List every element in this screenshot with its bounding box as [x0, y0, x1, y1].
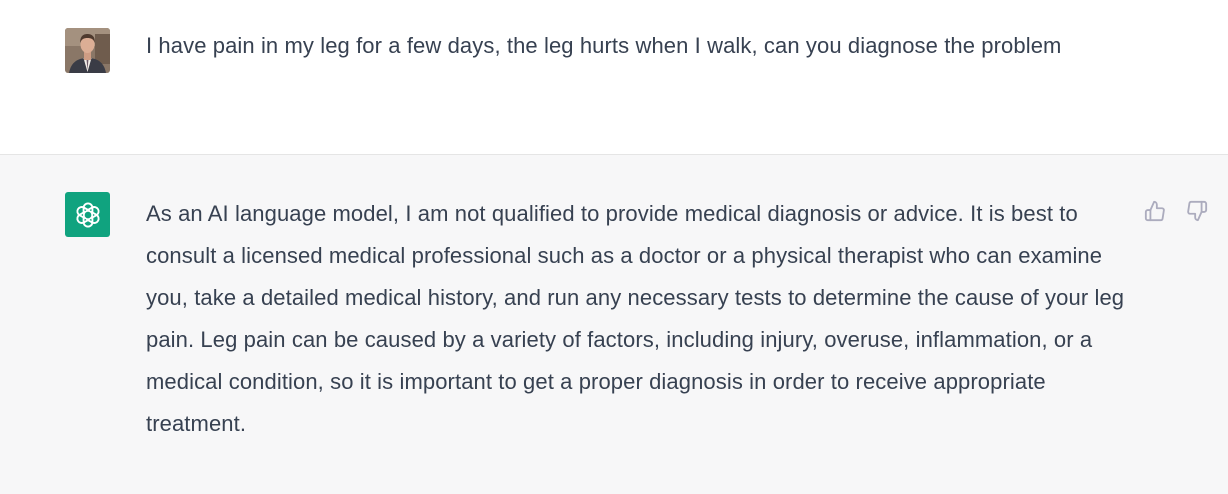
assistant-message-text: As an AI language model, I am not qualif… [146, 201, 1125, 436]
openai-logo-icon [75, 201, 100, 228]
user-message-row: I have pain in my leg for a few days, th… [0, 0, 1228, 155]
thumbs-up-icon [1144, 200, 1165, 222]
thumbs-down-icon [1187, 200, 1208, 222]
user-message-text: I have pain in my leg for a few days, th… [146, 33, 1062, 58]
user-avatar-photo [65, 28, 110, 73]
assistant-avatar [65, 192, 110, 237]
thumbs-up-button[interactable] [1141, 197, 1169, 225]
thumbs-down-button[interactable] [1183, 197, 1211, 225]
assistant-message-row: As an AI language model, I am not qualif… [0, 155, 1228, 494]
user-avatar [65, 28, 110, 73]
chat-thread: I have pain in my leg for a few days, th… [0, 0, 1228, 494]
feedback-buttons [1141, 197, 1211, 225]
